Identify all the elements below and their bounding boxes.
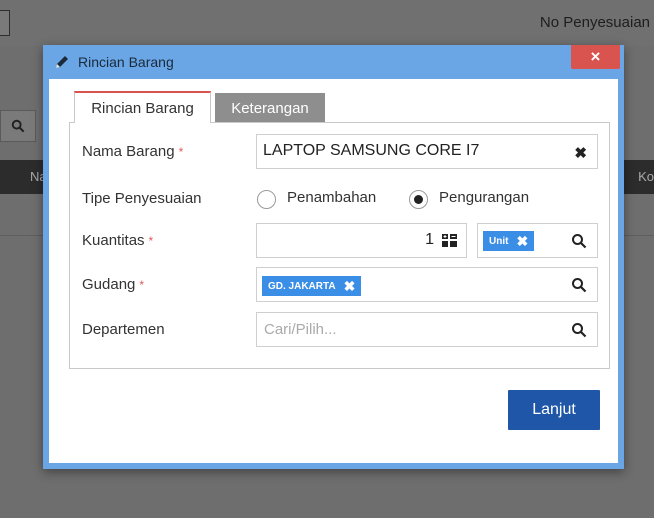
rincian-barang-dialog: Rincian Barang × Rincian Barang Keterang… [43, 45, 624, 469]
clear-icon[interactable]: ✖ [574, 144, 587, 162]
tipe-penyesuaian-label: Tipe Penyesuaian [82, 190, 202, 207]
kuantitas-value: 1 [425, 231, 434, 248]
gudang-label: Gudang * [82, 276, 145, 293]
dialog-title: Rincian Barang [78, 54, 174, 70]
tab-rincian-barang[interactable]: Rincian Barang [74, 91, 211, 123]
radio-penambahan-label[interactable]: Penambahan [287, 189, 376, 206]
background-column-right: Ko [638, 169, 654, 184]
close-button[interactable]: × [571, 45, 620, 69]
search-icon [11, 119, 25, 133]
search-icon[interactable] [571, 233, 587, 249]
departemen-label: Departemen [82, 321, 165, 338]
kuantitas-label: Kuantitas * [82, 232, 154, 249]
unit-select[interactable]: Unit ✖ [477, 223, 598, 258]
nama-barang-field[interactable]: LAPTOP SAMSUNG CORE I7 ✖ [256, 134, 598, 169]
departemen-select[interactable]: Cari/Pilih... [256, 312, 598, 347]
departemen-placeholder: Cari/Pilih... [264, 321, 337, 338]
calculator-icon[interactable] [442, 234, 457, 247]
required-mark: * [178, 145, 184, 159]
lanjut-button[interactable]: Lanjut [508, 390, 600, 430]
nama-barang-value: LAPTOP SAMSUNG CORE I7 [263, 142, 480, 159]
background-doc-label: No Penyesuaian [539, 14, 650, 31]
gudang-tag: GD. JAKARTA ✖ [262, 276, 362, 296]
unit-tag: Unit ✖ [483, 231, 535, 251]
required-mark: * [148, 234, 154, 248]
pencil-icon [56, 56, 68, 68]
nama-barang-label: Nama Barang * [82, 143, 184, 160]
search-icon[interactable] [571, 322, 587, 338]
tab-keterangan[interactable]: Keterangan [215, 93, 325, 123]
radio-pengurangan[interactable] [409, 190, 428, 209]
required-mark: * [139, 278, 145, 292]
search-icon[interactable] [571, 277, 587, 293]
gudang-select[interactable]: GD. JAKARTA ✖ [256, 267, 598, 302]
radio-pengurangan-label[interactable]: Pengurangan [439, 189, 529, 206]
dialog-header: Rincian Barang × [43, 45, 624, 79]
background-menu-button [0, 10, 10, 36]
radio-selected-dot [414, 195, 423, 204]
kuantitas-input[interactable]: 1 [256, 223, 467, 258]
remove-icon[interactable]: ✖ [516, 233, 528, 250]
form-panel: Nama Barang * LAPTOP SAMSUNG CORE I7 ✖ Ti… [69, 122, 610, 369]
radio-penambahan[interactable] [257, 190, 276, 209]
background-search-button [0, 110, 36, 142]
remove-icon[interactable]: ✖ [344, 278, 356, 295]
